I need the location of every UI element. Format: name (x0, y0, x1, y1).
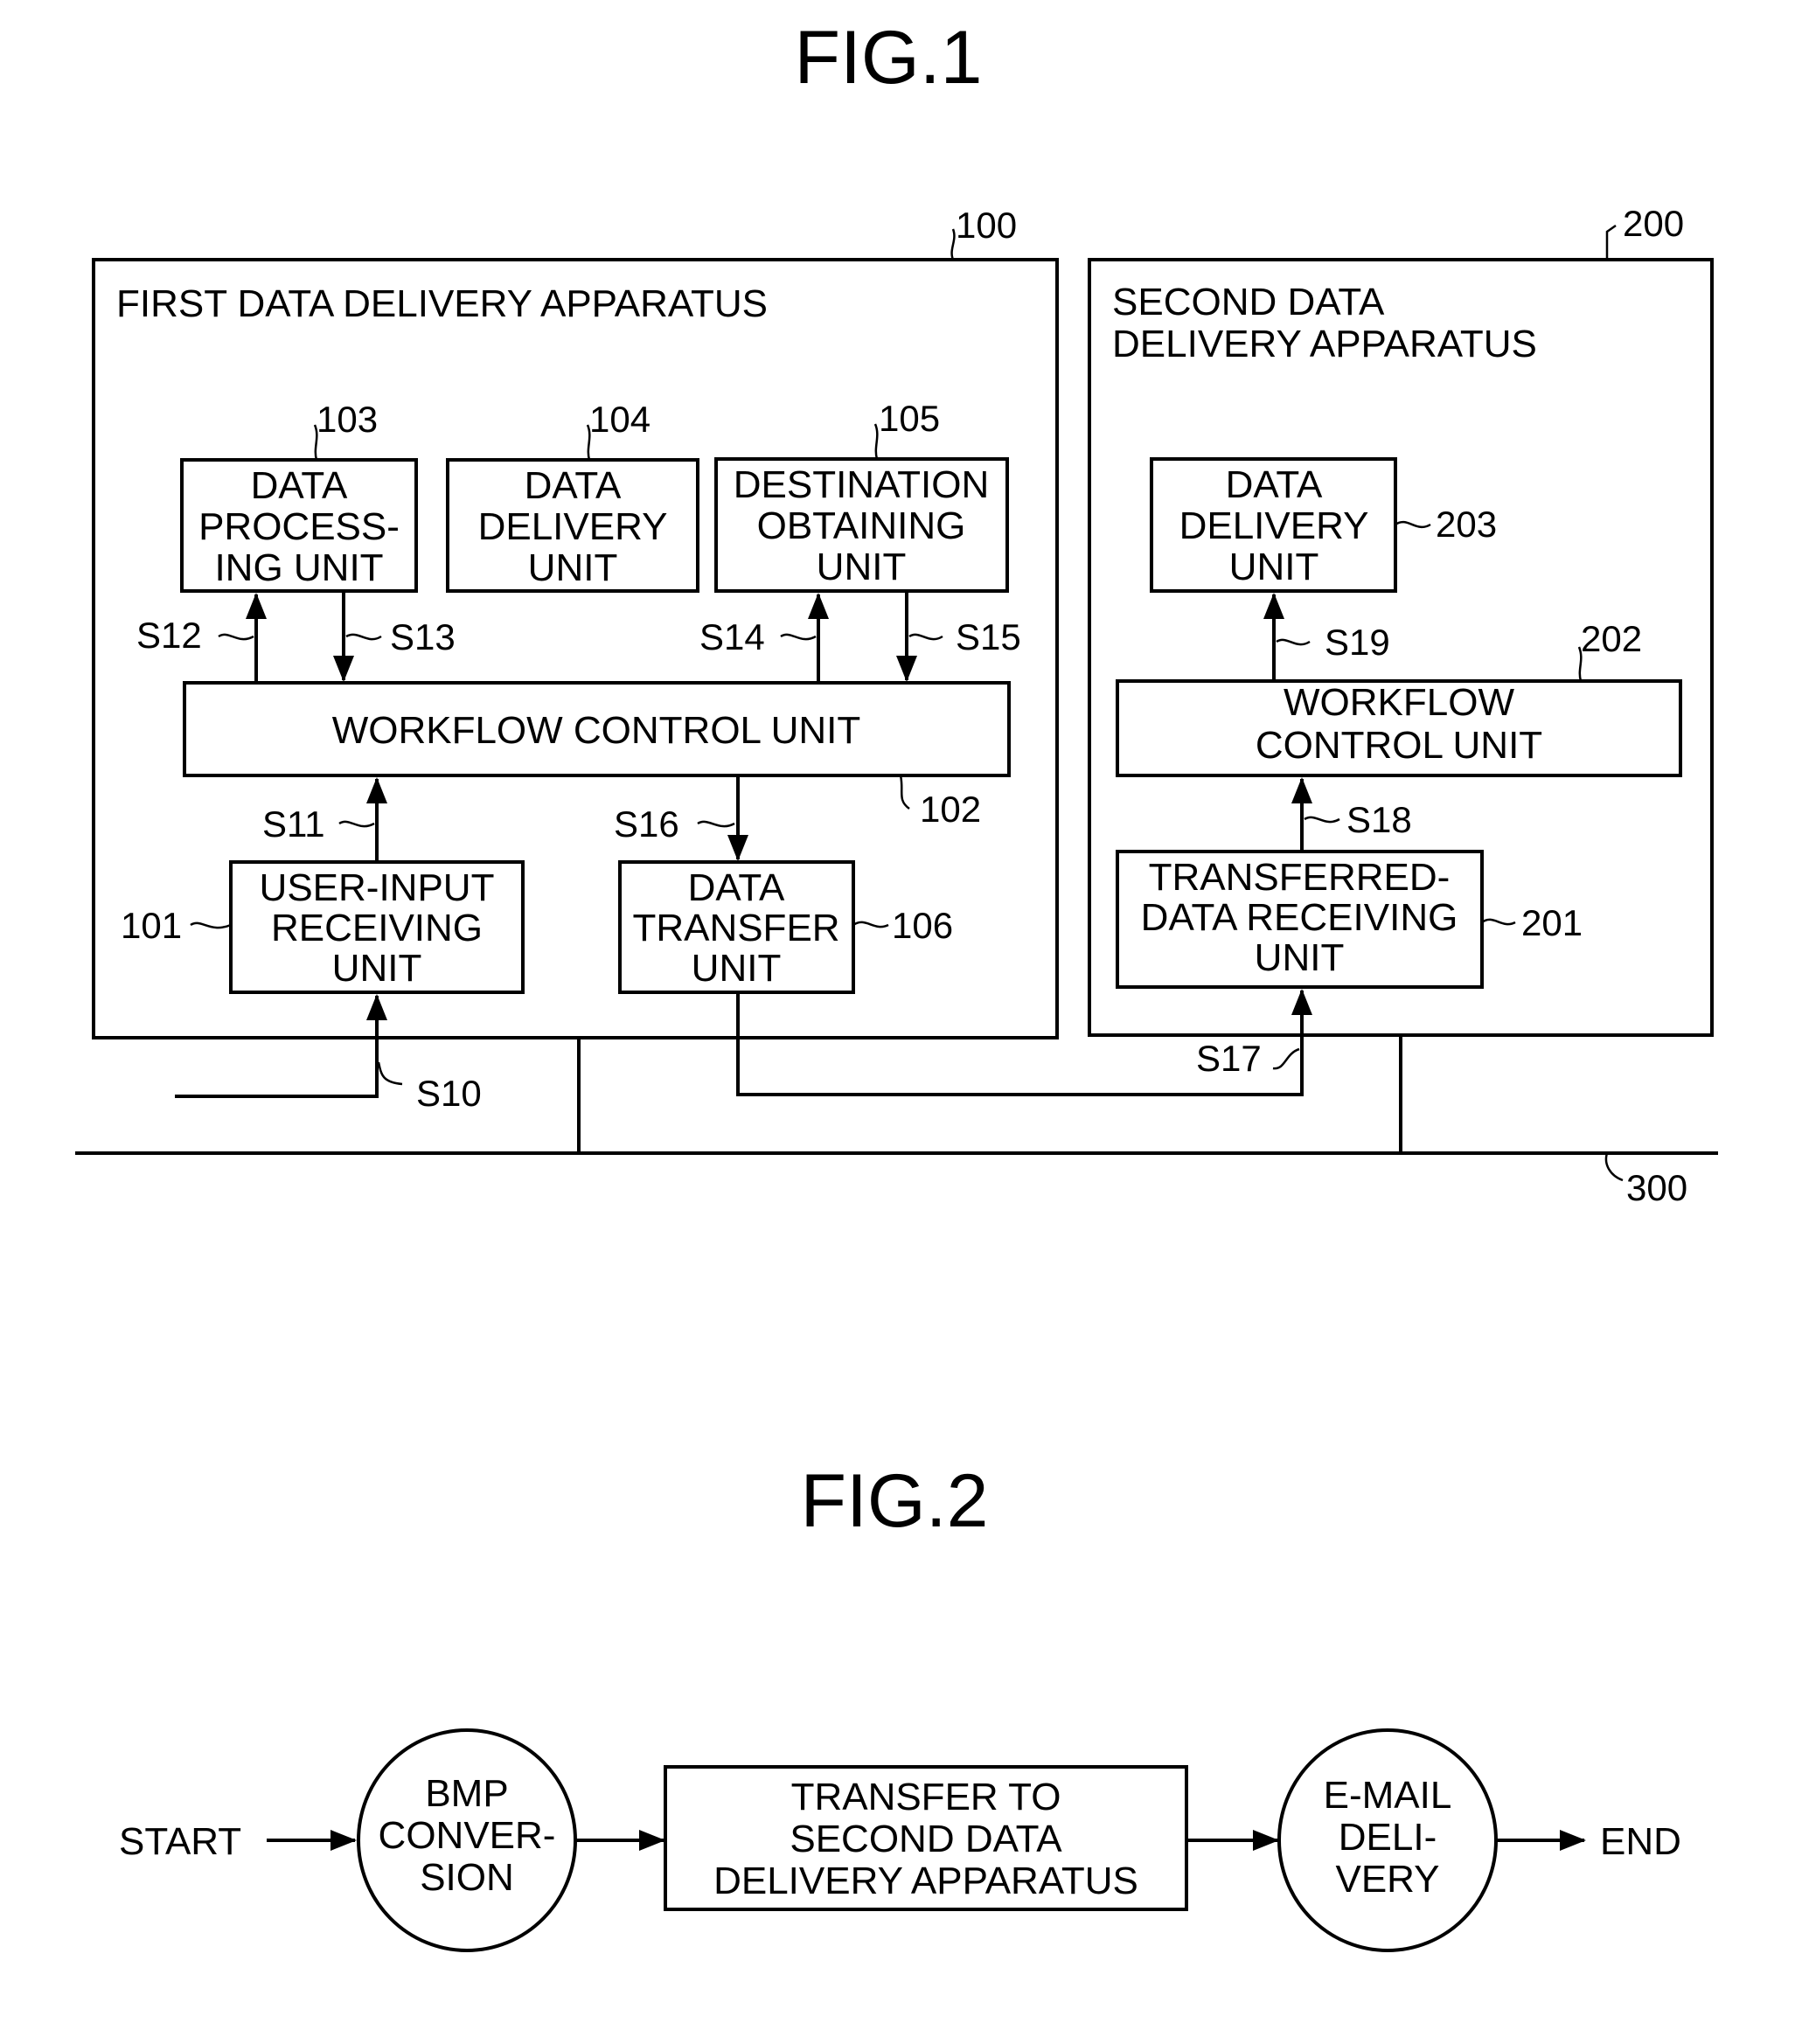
flow-end-label: END (1600, 1820, 1681, 1863)
unit-203-line-1: DATA (1226, 463, 1323, 506)
step-2-line-2: SECOND DATA (790, 1818, 1062, 1860)
flow-start-label: START (119, 1820, 241, 1863)
leader-300 (1604, 1152, 1624, 1182)
unit-201-line-2: DATA RECEIVING (1141, 896, 1458, 939)
unit-103-line-1: DATA (251, 464, 348, 507)
unit-103-line-3: ING UNIT (214, 546, 383, 589)
ref-102: 102 (920, 789, 981, 830)
unit-101-line-2: RECEIVING (271, 907, 483, 949)
tilde-s10 (377, 1061, 403, 1086)
unit-102-label: WORKFLOW CONTROL UNIT (332, 709, 861, 752)
step-bmp-conversion: BMP CONVER- SION (357, 1728, 577, 1952)
unit-105-line-1: DESTINATION (734, 463, 990, 506)
unit-104-line-1: DATA (525, 464, 622, 507)
step-2-line-3: DELIVERY APPARATUS (713, 1860, 1138, 1902)
unit-104-line-2: DELIVERY (478, 505, 668, 548)
step-3-line-3: VERY (1335, 1858, 1439, 1901)
ref-105: 105 (879, 398, 940, 439)
unit-203-line-2: DELIVERY (1179, 504, 1369, 547)
unit-201-line-3: UNIT (1255, 936, 1345, 979)
step-1-line-2: CONVER- (379, 1814, 556, 1857)
ref-203: 203 (1436, 504, 1497, 545)
label-s16: S16 (614, 803, 679, 845)
ref-103: 103 (317, 399, 378, 440)
tilde-s17 (1272, 1047, 1300, 1070)
ref-101: 101 (121, 905, 182, 946)
ref-300: 300 (1626, 1167, 1687, 1208)
step-1-line-1: BMP (425, 1772, 508, 1815)
ref-100: 100 (956, 205, 1017, 246)
patent-drawing: FIG.1 FIRST DATA DELIVERY APPARATUS 100 … (75, 16, 1718, 1952)
label-s12: S12 (136, 615, 202, 656)
unit-104-line-3: UNIT (528, 546, 618, 589)
label-s17: S17 (1196, 1038, 1262, 1079)
unit-101-line-3: UNIT (332, 947, 422, 990)
unit-105-line-2: OBTAINING (757, 504, 966, 547)
unit-202-line-2: CONTROL UNIT (1256, 724, 1542, 767)
label-s15: S15 (956, 616, 1021, 657)
unit-106-line-1: DATA (688, 866, 785, 909)
step-3-line-1: E-MAIL (1324, 1774, 1452, 1817)
fig2-title: FIG.2 (800, 1459, 988, 1543)
apparatus-100-title: FIRST DATA DELIVERY APPARATUS (116, 282, 768, 325)
unit-106-line-2: TRANSFER (632, 907, 839, 949)
unit-203-line-3: UNIT (1229, 546, 1319, 588)
step-3-line-2: DELI- (1339, 1816, 1437, 1859)
ref-202: 202 (1581, 618, 1642, 659)
step-2-line-1: TRANSFER TO (791, 1776, 1061, 1818)
ref-201: 201 (1521, 902, 1583, 943)
ref-104: 104 (589, 399, 651, 440)
unit-106-line-3: UNIT (692, 947, 782, 990)
label-s19: S19 (1325, 622, 1390, 663)
ref-200: 200 (1623, 203, 1684, 244)
apparatus-200-title-line-1: SECOND DATA (1112, 281, 1385, 323)
fig1-title: FIG.1 (794, 16, 982, 100)
step-transfer: TRANSFER TO SECOND DATA DELIVERY APPARAT… (664, 1765, 1188, 1911)
unit-103-line-2: PROCESS- (198, 505, 400, 548)
unit-201-line-1: TRANSFERRED- (1149, 856, 1451, 899)
label-s10: S10 (416, 1073, 482, 1114)
leader-200 (1605, 224, 1617, 260)
label-s13: S13 (390, 616, 456, 657)
flowchart: START BMP CONVER- SION TRANSFER TO SECON… (119, 1728, 1681, 1952)
step-1-line-3: SION (420, 1856, 514, 1899)
step-email-delivery: E-MAIL DELI- VERY (1277, 1728, 1498, 1952)
label-s11: S11 (262, 803, 325, 845)
network-300: 300 (75, 1035, 1718, 1208)
ref-106: 106 (892, 905, 953, 946)
leader-100 (950, 228, 956, 261)
label-s14: S14 (699, 616, 765, 657)
unit-105-line-3: UNIT (817, 546, 907, 588)
unit-202-line-1: WORKFLOW (1284, 681, 1514, 724)
label-s18: S18 (1346, 799, 1412, 840)
unit-101-line-1: USER-INPUT (260, 866, 495, 909)
apparatus-200-title-line-2: DELIVERY APPARATUS (1112, 323, 1537, 365)
